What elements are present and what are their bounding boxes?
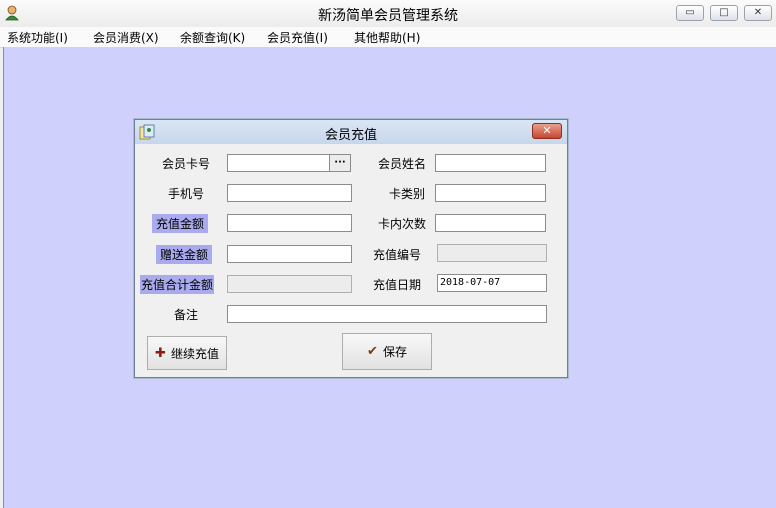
total-amount-field — [227, 275, 352, 293]
times-in-card-label: 卡内次数 — [378, 217, 427, 231]
recharge-dialog: 会员充值 ✕ 会员卡号 ··· 会员姓名 手机号 卡类别 充值金额 卡内次数 赠… — [134, 119, 568, 378]
recharge-date-label: 充值日期 — [373, 278, 422, 292]
plus-icon: ✚ — [155, 345, 166, 361]
card-no-label: 会员卡号 — [162, 157, 211, 171]
member-name-label: 会员姓名 — [378, 157, 427, 171]
dialog-title: 会员充值 — [324, 128, 377, 143]
phone-input[interactable] — [227, 184, 352, 202]
menu-member-recharge[interactable]: 会员充值(I) — [267, 29, 328, 46]
menu-other-help[interactable]: 其他帮助(H) — [354, 29, 420, 46]
card-lookup-button[interactable]: ··· — [329, 154, 351, 172]
gift-amount-input[interactable] — [227, 245, 352, 263]
card-type-label: 卡类别 — [389, 187, 426, 201]
dialog-title-bar[interactable]: 会员充值 ✕ — [135, 120, 567, 144]
menu-system-functions[interactable]: 系统功能(I) — [7, 29, 68, 46]
save-label: 保存 — [382, 345, 407, 359]
card-type-input[interactable] — [435, 184, 546, 202]
member-name-input[interactable] — [435, 154, 546, 172]
remark-label: 备注 — [174, 308, 199, 322]
total-amount-label: 充值合计金额 — [140, 275, 215, 294]
title-bar: 新汤简单会员管理系统 ▭ □ ✕ — [0, 0, 776, 27]
recharge-amount-label: 充值金额 — [152, 214, 209, 233]
save-button[interactable]: ✔ 保存 — [342, 333, 432, 370]
recharge-no-label: 充值编号 — [373, 248, 422, 262]
dialog-close-button[interactable]: ✕ — [532, 123, 562, 139]
maximize-button[interactable]: □ — [710, 5, 738, 21]
menu-member-consumption[interactable]: 会员消费(X) — [93, 29, 159, 46]
remark-input[interactable] — [227, 305, 547, 323]
times-in-card-input[interactable] — [435, 214, 546, 232]
recharge-amount-input[interactable] — [227, 214, 352, 232]
continue-recharge-button[interactable]: ✚ 继续充值 — [147, 336, 227, 370]
continue-recharge-label: 继续充值 — [170, 346, 219, 361]
phone-label: 手机号 — [168, 187, 205, 201]
menu-balance-query[interactable]: 余额查询(K) — [180, 29, 245, 46]
check-icon: ✔ — [367, 344, 378, 359]
recharge-no-field — [437, 244, 547, 262]
window-title: 新汤简单会员管理系统 — [318, 8, 458, 24]
card-no-input[interactable] — [227, 154, 331, 172]
minimize-button[interactable]: ▭ — [676, 5, 704, 21]
close-button[interactable]: ✕ — [744, 5, 772, 21]
recharge-date-input[interactable]: 2018-07-07 — [437, 274, 547, 292]
menu-bar: 系统功能(I) 会员消费(X) 余额查询(K) 会员充值(I) 其他帮助(H) — [0, 27, 776, 48]
gift-amount-label: 赠送金额 — [156, 245, 213, 264]
